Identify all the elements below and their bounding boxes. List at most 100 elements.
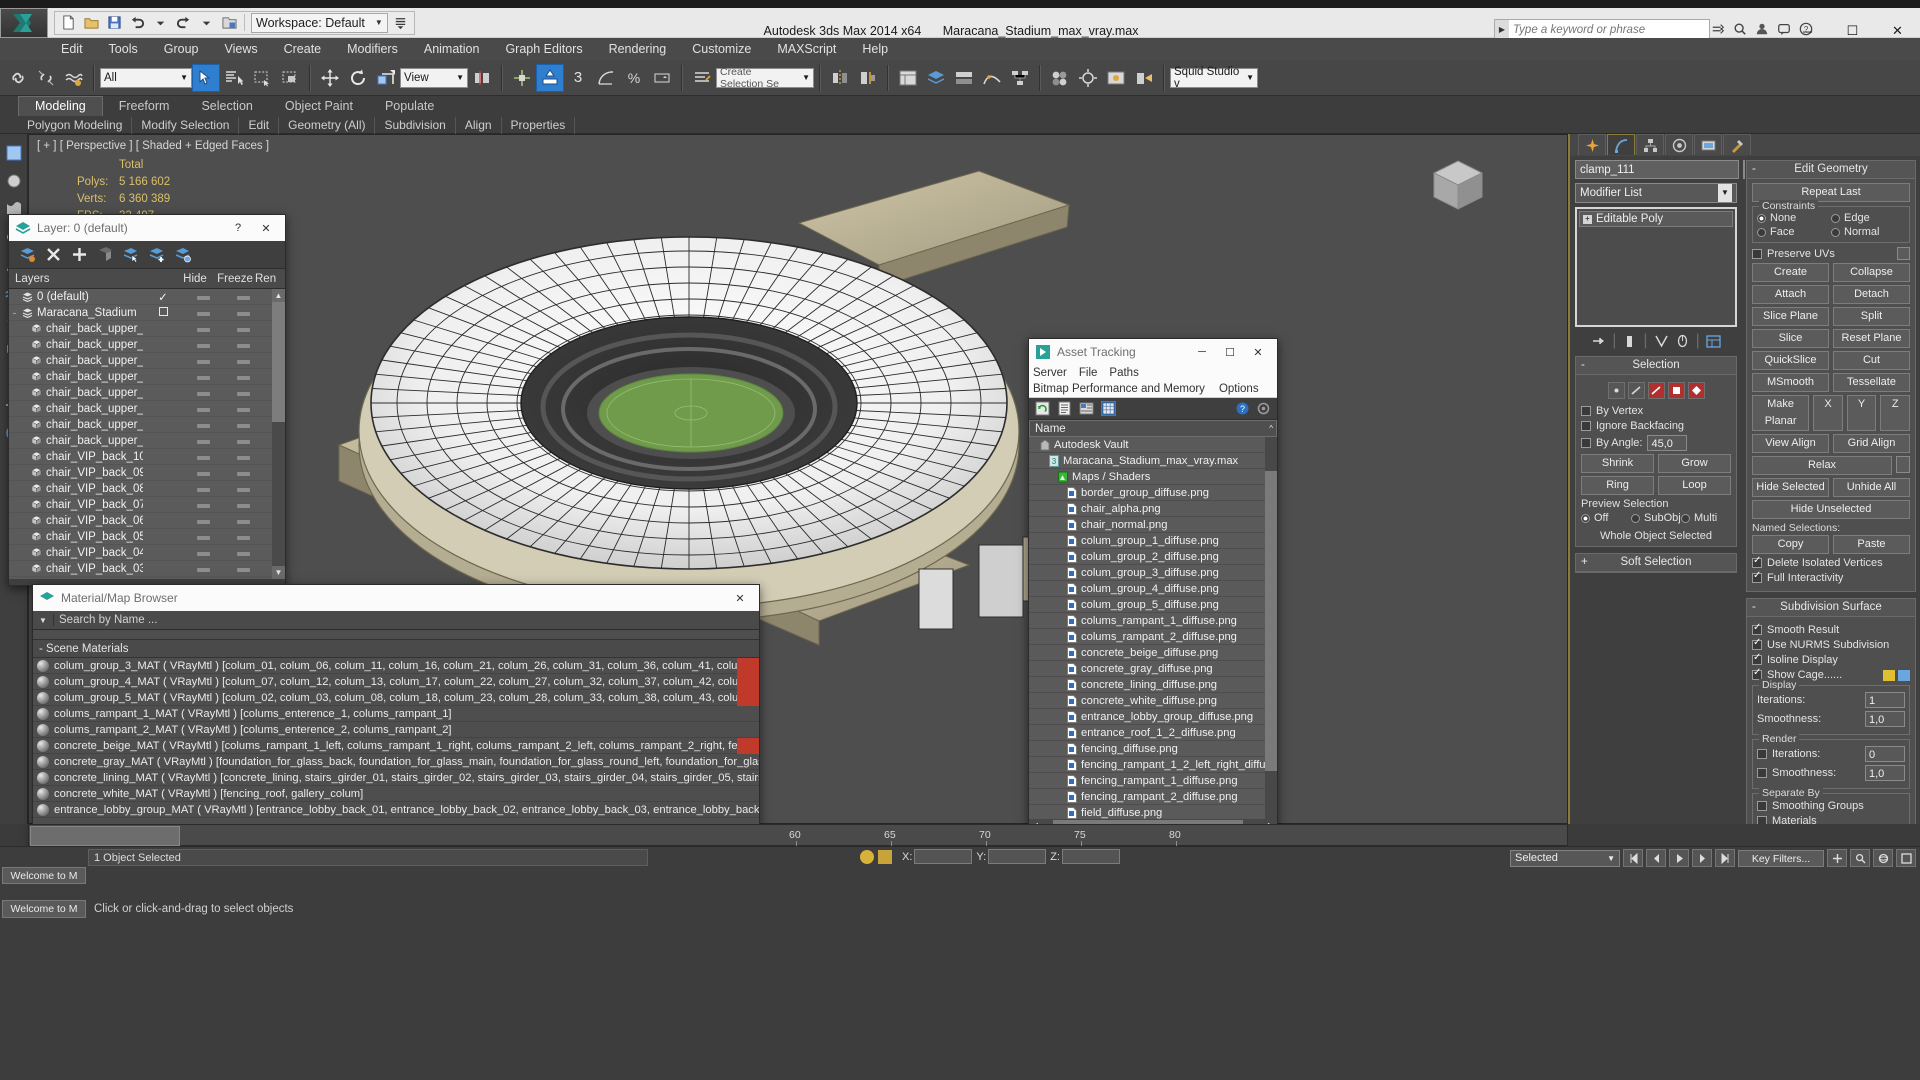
search-dropdown-icon[interactable]: ▶ [1495,20,1509,39]
selection-rollout-header[interactable]: - Selection [1576,357,1736,375]
material-browser-close-button[interactable]: ✕ [727,586,753,610]
slice-button[interactable]: Slice [1752,329,1829,348]
attach-button[interactable]: Attach [1752,285,1829,304]
menu-item-graph-editors[interactable]: Graph Editors [492,38,595,60]
material-browser-titlebar[interactable]: Material/Map Browser ✕ [33,585,759,611]
undo-icon[interactable] [127,12,148,33]
layer-hide-toggle[interactable] [183,499,223,511]
menu-item-create[interactable]: Create [271,38,335,60]
menu-item-maxscript[interactable]: MAXScript [764,38,849,60]
select-and-manipulate-icon[interactable] [508,64,536,92]
coord-field-x[interactable]: X: [902,849,973,864]
soft-selection-rollout-header[interactable]: + Soft Selection [1576,554,1736,572]
render-preset-combo[interactable]: Squid Studio v ▼ [1170,66,1258,90]
layer-row[interactable]: chair_VIP_back_07 ∨ [9,497,285,513]
display-smoothness-row[interactable]: Smoothness: 1,0 [1757,711,1905,727]
layer-freeze-toggle[interactable] [223,403,263,415]
radio-edge[interactable]: Edge [1831,212,1905,224]
render-iterations-checkbox[interactable] [1757,749,1767,759]
modifier-stack[interactable]: + Editable Poly [1575,207,1737,327]
layer-scrollbar[interactable]: ▲ ▼ [272,289,285,579]
angle-snap-icon[interactable] [592,64,620,92]
collapse-icon[interactable]: - [1581,357,1585,374]
asset-row[interactable]: concrete_white_diffuse.png [1029,693,1277,709]
settings-asset-icon[interactable] [1256,401,1271,416]
asset-row[interactable]: colum_group_2_diffuse.png [1029,549,1277,565]
menu-item-help[interactable]: Help [849,38,901,60]
layer-hide-toggle[interactable] [183,387,223,399]
orbit-view-button[interactable] [1873,849,1893,867]
shrink-button[interactable]: Shrink [1581,454,1654,473]
layer-hide-toggle[interactable] [183,547,223,559]
layer-hide-toggle[interactable] [183,355,223,367]
layer-list[interactable]: 0 (default) ✓ ∨ -Maracana_Stadium ∨ chai… [9,289,285,579]
delete-isolated-vertices-row[interactable]: Delete Isolated Vertices [1752,555,1910,569]
layer-col-render[interactable]: Ren [255,273,285,285]
search-icon[interactable] [1730,19,1749,38]
layer-freeze-toggle[interactable] [223,291,263,303]
asset-menu-options[interactable]: Options [1219,383,1259,395]
ribbon-tab-modeling[interactable]: Modeling [18,96,103,116]
rendered-frame-window-icon[interactable] [1102,64,1130,92]
asset-row[interactable]: chair_normal.png [1029,517,1277,533]
element-level-button[interactable] [1687,382,1705,399]
layer-hide-toggle[interactable] [183,339,223,351]
asset-scroll-thumb[interactable] [1265,471,1277,771]
lock-icon[interactable] [878,849,892,864]
render-production-icon[interactable] [1130,64,1158,92]
radio-face[interactable]: Face [1757,226,1831,238]
application-menu-button[interactable] [0,7,48,38]
layer-hide-toggle[interactable] [183,579,223,580]
menu-item-animation[interactable]: Animation [411,38,493,60]
asset-close-button[interactable]: ✕ [1245,340,1271,364]
menu-item-tools[interactable]: Tools [96,38,151,60]
asset-row[interactable]: fencing_diffuse.png [1029,741,1277,757]
layer-hide-toggle[interactable] [183,323,223,335]
smooth-result-row[interactable]: Smooth Result [1752,622,1910,636]
material-row[interactable]: entrance_lobby_group_MAT ( VRayMtl ) [en… [33,802,759,818]
render-smoothness-row[interactable]: Smoothness: 1,0 [1757,765,1905,781]
material-row[interactable]: colums_rampant_2_MAT ( VRayMtl ) [colums… [33,722,759,738]
use-nurms-checkbox[interactable] [1752,637,1762,650]
by-angle-value[interactable]: 45,0 [1647,435,1688,451]
layer-row[interactable]: chair_back_upper_07 ∨ [9,321,285,337]
make-planar-button[interactable]: Make Planar [1752,395,1810,431]
tessellate-button[interactable]: Tessellate [1833,373,1910,392]
smooth-result-checkbox[interactable] [1752,622,1762,635]
asset-row[interactable]: concrete_gray_diffuse.png [1029,661,1277,677]
radio-none[interactable]: None [1757,212,1831,224]
layer-freeze-toggle[interactable] [223,451,263,463]
layer-freeze-toggle[interactable] [223,323,263,335]
go-to-start-button[interactable] [1623,849,1643,867]
layer-properties-icon[interactable] [175,246,192,263]
asset-row[interactable]: colum_group_3_diffuse.png [1029,565,1277,581]
highlight-layer-icon[interactable] [123,246,140,263]
material-editor-icon[interactable] [1046,64,1074,92]
save-file-icon[interactable] [104,12,125,33]
radio-off[interactable]: Off [1581,512,1631,524]
path-view-icon[interactable] [1079,401,1094,416]
pin-stack-icon[interactable] [1591,334,1606,349]
make-unique-icon[interactable] [1654,334,1669,349]
collapse-button[interactable]: Collapse [1833,263,1910,282]
play-animation-button[interactable] [1669,849,1689,867]
use-nurms-row[interactable]: Use NURMS Subdivision [1752,637,1910,651]
asset-row[interactable]: concrete_lining_diffuse.png [1029,677,1277,693]
undo-dropdown-icon[interactable] [150,12,171,33]
layer-freeze-toggle[interactable] [223,515,263,527]
ribbon-subtab-align[interactable]: Align [456,116,502,134]
layer-freeze-toggle[interactable] [223,531,263,543]
ignore-backfacing-checkbox[interactable] [1581,421,1591,431]
layer-close-button[interactable]: ✕ [253,216,279,240]
material-search-input[interactable]: Search by Name ... [53,614,759,626]
spinner-snap-icon[interactable] [648,64,676,92]
isoline-display-checkbox[interactable] [1752,652,1762,665]
layer-visibility-toggle[interactable]: ✓ [143,290,183,304]
border-level-button[interactable] [1647,382,1665,399]
layer-freeze-toggle[interactable] [223,579,263,580]
layer-row[interactable]: chair_back_upper_08 ∨ [9,369,285,385]
layer-hide-toggle[interactable] [183,563,223,575]
layer-hide-toggle[interactable] [183,371,223,383]
asset-row[interactable]: 3 Maracana_Stadium_max_vray.max [1029,453,1277,469]
maximize-viewport-button[interactable] [1896,849,1916,867]
